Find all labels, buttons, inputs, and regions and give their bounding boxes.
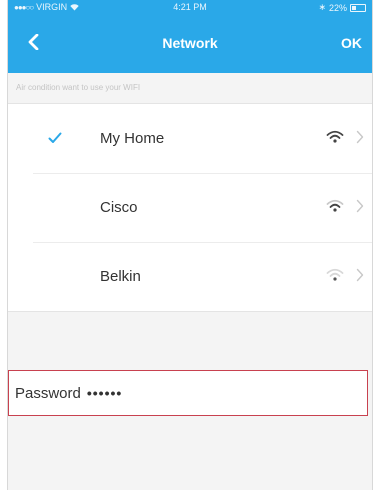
hint-text: Air condition want to use your WIFI bbox=[8, 73, 372, 103]
phone-screen: ●●●○○ VIRGIN 4:21 PM ∗ 22% Network OK Ai… bbox=[7, 0, 373, 490]
wifi-weak-icon bbox=[326, 268, 344, 281]
bluetooth-icon: ∗ bbox=[318, 2, 326, 12]
status-right: ∗ 22% bbox=[318, 2, 366, 13]
password-value[interactable]: •••••• bbox=[87, 385, 122, 401]
navigation-bar: Network OK bbox=[8, 15, 372, 73]
battery-icon bbox=[350, 3, 366, 12]
chevron-right-icon bbox=[356, 268, 364, 282]
page-title: Network bbox=[162, 35, 218, 51]
battery-percent: 22% bbox=[328, 2, 347, 13]
network-name: Cisco bbox=[100, 199, 138, 216]
network-name: Belkin bbox=[100, 268, 141, 285]
network-list: My Home Cisco Belkin bbox=[8, 103, 372, 312]
chevron-right-icon bbox=[356, 199, 364, 213]
checkmark-icon bbox=[48, 132, 62, 143]
wifi-medium-icon bbox=[326, 199, 344, 212]
ok-button[interactable]: OK bbox=[341, 35, 362, 51]
wifi-strong-icon bbox=[326, 130, 344, 143]
network-row-my-home[interactable]: My Home bbox=[8, 104, 372, 173]
network-row-cisco[interactable]: Cisco bbox=[8, 173, 372, 242]
network-row-belkin[interactable]: Belkin bbox=[8, 242, 372, 311]
status-bar: ●●●○○ VIRGIN 4:21 PM ∗ 22% bbox=[8, 0, 372, 15]
password-label: Password bbox=[15, 384, 81, 402]
chevron-right-icon bbox=[356, 130, 364, 144]
network-name: My Home bbox=[100, 130, 165, 147]
password-field[interactable]: Password •••••• bbox=[8, 370, 368, 416]
status-time: 4:21 PM bbox=[173, 2, 207, 12]
